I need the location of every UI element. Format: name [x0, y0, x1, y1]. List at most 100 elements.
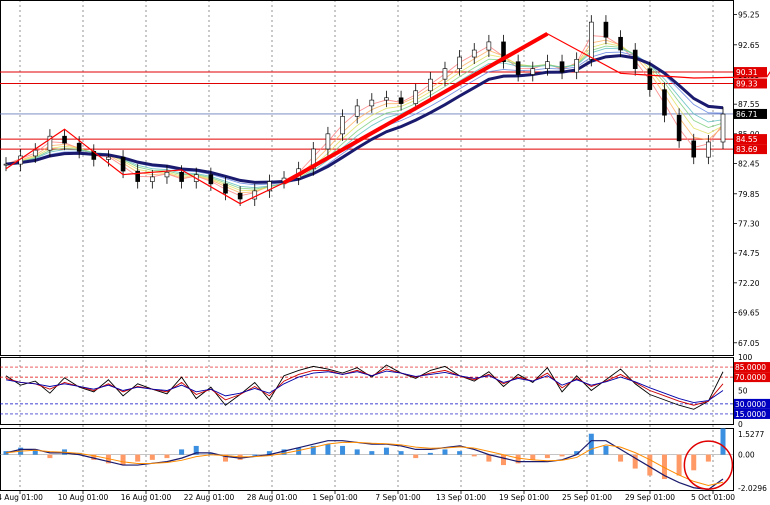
- candle-body: [384, 97, 389, 101]
- histogram-bar: [179, 449, 185, 455]
- histogram-bar: [501, 454, 507, 466]
- hist-axis-label: -2.0296: [738, 484, 767, 493]
- ma-ribbon-line: [5, 39, 724, 194]
- candle-body: [603, 21, 609, 38]
- histogram-bar: [340, 445, 346, 455]
- candle-body: [515, 61, 521, 75]
- level-label: 84.55: [736, 135, 758, 144]
- price-tick-label: 69.65: [738, 309, 760, 318]
- price-tick-label: 67.05: [738, 339, 760, 348]
- candle-body: [340, 116, 345, 135]
- histogram-bar: [691, 454, 697, 471]
- candle-body: [413, 90, 419, 104]
- candle-body: [32, 149, 38, 157]
- histogram-panel: [0, 428, 734, 491]
- price-tick-label: 95.25: [738, 11, 760, 20]
- histogram-bar: [618, 454, 624, 462]
- histogram-bar: [325, 444, 331, 455]
- histogram-bar: [369, 451, 375, 455]
- price-tick-label: 82.45: [738, 160, 760, 169]
- candle-body: [325, 133, 331, 150]
- time-label: 1 Sep 01:00: [312, 493, 358, 502]
- histogram-bar: [471, 454, 477, 457]
- candle-body: [706, 141, 711, 158]
- ma-ribbon-line: [5, 35, 724, 197]
- candle-body: [676, 114, 682, 142]
- candle-body: [559, 61, 565, 73]
- histogram-bar: [413, 454, 419, 459]
- price-panel: [0, 15, 770, 207]
- price-tick-label: 87.55: [738, 100, 760, 109]
- candle-body: [618, 36, 623, 51]
- candle-body: [545, 61, 550, 69]
- candle-body: [647, 68, 653, 90]
- candle-body: [486, 41, 492, 51]
- time-label: 16 Aug 01:00: [121, 493, 172, 502]
- osc-axis-label: 0: [738, 420, 743, 429]
- histogram-bar: [588, 433, 594, 455]
- histogram-bar: [252, 454, 258, 456]
- candle-body: [457, 56, 462, 69]
- candle-body: [662, 89, 667, 116]
- candle-body: [135, 170, 140, 182]
- time-label: 22 Aug 01:00: [184, 493, 235, 502]
- time-label: 5 Oct 01:00: [691, 493, 735, 502]
- ma-ribbon-line: [5, 42, 724, 192]
- candle-body: [691, 140, 697, 158]
- price-tick-label: 77.30: [738, 219, 760, 228]
- histogram-bar: [647, 454, 653, 476]
- osc-series-line: [5, 370, 724, 404]
- histogram-bar: [120, 454, 126, 466]
- signal-line-2: [5, 441, 724, 486]
- candle-body: [208, 174, 214, 185]
- candle-body: [632, 49, 638, 69]
- histogram-bar: [398, 451, 404, 455]
- histogram-bar: [47, 454, 53, 459]
- time-label: 10 Aug 01:00: [58, 493, 109, 502]
- oscillator-panel: [0, 364, 733, 415]
- price-tick-label: 79.85: [738, 190, 760, 199]
- candle-body: [428, 78, 433, 92]
- signal-line: [5, 440, 724, 491]
- candle-body: [530, 68, 536, 75]
- candle-body: [3, 163, 9, 166]
- histogram-bar: [603, 445, 609, 455]
- time-label: 4 Aug 01:00: [0, 493, 43, 502]
- price-panel-frame: [0, 0, 734, 356]
- osc-axis-label: 50: [738, 387, 748, 396]
- time-label: 25 Sep 01:00: [562, 493, 612, 502]
- histogram-bar: [135, 454, 141, 462]
- level-label: 89.33: [736, 79, 758, 88]
- time-label: 13 Sep 01:00: [436, 493, 486, 502]
- osc-level-label: 70.0000: [735, 373, 766, 382]
- candle-body: [106, 156, 111, 160]
- price-tick-label: 74.75: [738, 249, 760, 258]
- histogram-bar: [720, 428, 726, 455]
- candle-body: [471, 49, 477, 58]
- histogram-bar: [149, 454, 155, 460]
- histogram-bar: [705, 454, 711, 462]
- candle-body: [150, 176, 155, 182]
- histogram-bar: [354, 449, 360, 455]
- hist-axis-label: 0.00: [738, 451, 755, 460]
- candle-body: [223, 183, 228, 194]
- time-label: 7 Sep 01:00: [375, 493, 421, 502]
- histogram-bar: [676, 454, 682, 476]
- oscillator-panel-frame: [0, 357, 734, 425]
- candle-body: [589, 21, 594, 60]
- osc-axis-label: 100: [738, 353, 753, 362]
- histogram-bar: [530, 454, 536, 460]
- candle-body: [120, 156, 126, 172]
- current-price-label: 86.71: [736, 110, 758, 119]
- candle-body: [62, 135, 67, 144]
- candle-body: [237, 192, 243, 200]
- trend-arrow: [283, 32, 549, 185]
- histogram-bar: [457, 451, 463, 455]
- candle-body: [574, 59, 579, 73]
- chart-canvas: 4 Aug 01:00 10 Aug 01:00 16 Aug 01:00 22 Au…: [0, 0, 770, 502]
- candle-body: [164, 171, 170, 178]
- level-label: 83.69: [736, 145, 758, 154]
- hist-axis-label: 1.5277: [738, 430, 764, 439]
- candle-body: [354, 105, 360, 117]
- osc-level-label: 30.0000: [735, 400, 766, 409]
